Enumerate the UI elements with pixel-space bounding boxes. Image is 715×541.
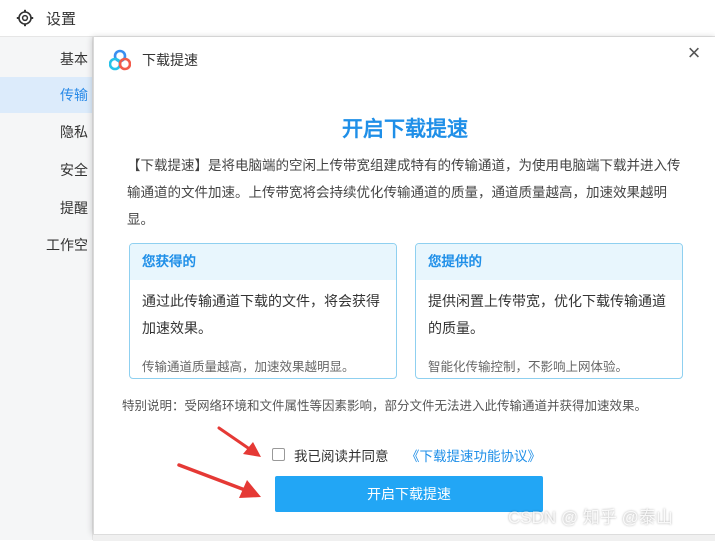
baidu-netdisk-logo-icon	[109, 49, 131, 71]
dialog-title: 下载提速	[142, 52, 198, 68]
red-arrow-icon	[177, 463, 261, 498]
you-provide-card: 您提供的 提供闲置上传带宽，优化下载传输通道的质量。 智能化传输控制，不影响上网…	[415, 243, 683, 379]
settings-title: 设置	[46, 11, 77, 28]
enable-speedup-button[interactable]: 开启下载提速	[275, 476, 543, 512]
card-heading: 您获得的	[130, 244, 396, 280]
sidebar-item-privacy[interactable]: 隐私	[0, 114, 92, 150]
sidebar-item-transfer[interactable]: 传输	[0, 77, 92, 113]
close-icon[interactable]: ×	[682, 41, 706, 65]
dialog-heading: 开启下载提速	[342, 118, 468, 141]
intro-text: 【下载提速】是将电脑端的空闲上传带宽组建成特有的传输通道，为使用电脑端下载并进入…	[127, 158, 681, 227]
dialog-header: 下载提速 ×	[94, 37, 715, 81]
sidebar-item-reminder[interactable]: 提醒	[0, 190, 92, 226]
you-get-card: 您获得的 通过此传输通道下载的文件，将会获得加速效果。 传输通道质量越高，加速效…	[129, 243, 397, 379]
red-arrow-icon	[217, 426, 261, 457]
special-note: 特别说明：受网络环境和文件属性等因素影响，部分文件无法进入此传输通道并获得加速效…	[122, 399, 648, 413]
sidebar-item-workspace[interactable]: 工作空	[0, 227, 92, 263]
card-heading: 您提供的	[416, 244, 682, 280]
card-footnote: 智能化传输控制，不影响上网体验。	[428, 360, 629, 374]
agreement-link[interactable]: 《下载提速功能协议》	[406, 445, 541, 465]
gear-icon	[16, 9, 34, 27]
card-footnote: 传输通道质量越高，加速效果越明显。	[142, 360, 355, 374]
sidebar-item-security[interactable]: 安全	[0, 152, 92, 188]
card-body: 通过此传输通道下载的文件，将会获得加速效果。	[142, 293, 380, 336]
card-body: 提供闲置上传带宽，优化下载传输通道的质量。	[428, 293, 666, 336]
settings-titlebar: 设置	[0, 0, 715, 37]
sidebar-item-basic[interactable]: 基本	[0, 41, 92, 77]
watermark: CSDN @ 知乎 @泰山	[508, 508, 673, 527]
agree-label: 我已阅读并同意	[294, 449, 389, 464]
settings-sidebar: 基本 传输 隐私 安全 提醒 工作空	[0, 37, 93, 540]
agree-checkbox[interactable]	[272, 448, 285, 461]
